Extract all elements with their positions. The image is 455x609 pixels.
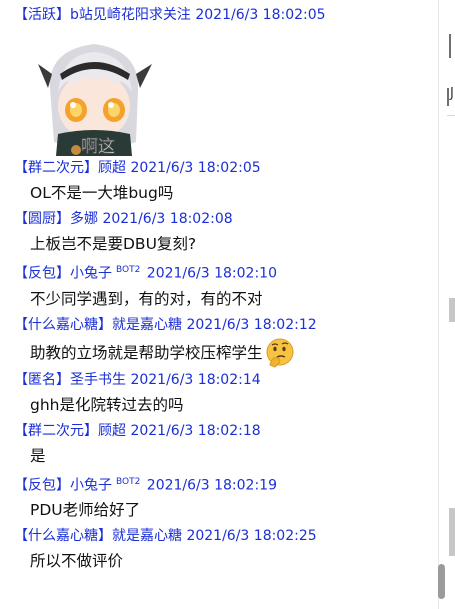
sender-tag: 【群二次元】 — [14, 422, 98, 439]
message-text: 助教的立场就是帮助学校压榨学生 — [30, 343, 263, 362]
sender-tag: 【群二次元】 — [14, 160, 98, 176]
sender-tag: 【活跃】 — [14, 7, 70, 23]
svg-text:啊这: 啊这 — [81, 137, 115, 156]
anime-girl-sticker-icon: 啊这 — [32, 30, 158, 157]
side-rule — [447, 115, 455, 116]
message-header: 【群二次元】顾超 2021/6/3 18:02:05 — [0, 159, 438, 177]
chat-message: 【圆厨】多娜 2021/6/3 18:02:08 上板岂不是要DBU复刻? — [0, 210, 438, 255]
message-header: 【反包】小兔子 BOT2 2021/6/3 18:02:19 — [0, 473, 438, 495]
sender-name[interactable]: 顾超 — [98, 160, 126, 176]
side-scroll-track-segment — [449, 508, 455, 556]
message-header: 【什么嘉心糖】就是嘉心糖 2021/6/3 18:02:25 — [0, 527, 438, 545]
message-time: 2021/6/3 18:02:14 — [130, 371, 261, 388]
message-time: 2021/6/3 18:02:10 — [146, 265, 277, 282]
side-scroll-track-segment — [449, 298, 455, 322]
message-text: ghh是化院转过去的吗 — [30, 395, 184, 414]
message-header: 【什么嘉心糖】就是嘉心糖 2021/6/3 18:02:12 — [0, 316, 438, 334]
sender-name[interactable]: 就是嘉心糖 — [112, 528, 182, 544]
bot-badge: BOT2 — [116, 265, 141, 275]
message-text: OL不是一大堆bug吗 — [30, 184, 174, 202]
message-text-row: 助教的立场就是帮助学校压榨学生 — [0, 336, 438, 370]
chat-message: 【反包】小兔子 BOT2 2021/6/3 18:02:10 不少同学遇到，有的对… — [0, 261, 438, 310]
chat-message: 【匿名】圣手书生 2021/6/3 18:02:14 ghh是化院转过去的吗 — [0, 371, 438, 416]
sticker-image[interactable]: 啊这 — [32, 30, 158, 157]
message-time: 2021/6/3 18:02:05 — [130, 160, 261, 176]
sender-tag: 【圆厨】 — [14, 211, 70, 227]
message-time: 2021/6/3 18:02:12 — [186, 316, 317, 333]
scrollbar-thumb[interactable] — [438, 564, 445, 599]
chat-message-list[interactable]: 【活跃】b站见崎花阳求关注 2021/6/3 18:02:05 啊这 【群二次元… — [0, 0, 438, 609]
message-header: 【群二次元】顾超 2021/6/3 18:02:18 — [0, 422, 438, 440]
side-divider — [449, 34, 451, 58]
message-time: 2021/6/3 18:02:05 — [195, 7, 326, 23]
sender-name[interactable]: 圣手书生 — [70, 372, 126, 388]
chat-message: 【活跃】b站见崎花阳求关注 2021/6/3 18:02:05 啊这 — [0, 0, 438, 157]
sender-tag: 【什么嘉心糖】 — [14, 316, 112, 333]
message-time: 2021/6/3 18:02:18 — [130, 422, 261, 439]
sender-name[interactable]: 顾超 — [98, 423, 126, 439]
sender-tag: 【什么嘉心糖】 — [14, 528, 112, 545]
sender-name[interactable]: 多娜 — [70, 211, 98, 227]
sender-tag: 【匿名】 — [14, 371, 70, 388]
sender-name[interactable]: 小兔子 — [70, 266, 112, 282]
side-fragment-glyph: J — [447, 86, 455, 106]
message-text: 所以不做评价 — [30, 552, 124, 571]
sender-tag: 【反包】 — [14, 265, 70, 282]
message-header: 【活跃】b站见崎花阳求关注 2021/6/3 18:02:05 — [0, 6, 438, 24]
message-time: 2021/6/3 18:02:19 — [146, 477, 277, 494]
bot-badge: BOT2 — [116, 476, 141, 487]
sender-tag: 【反包】 — [14, 477, 70, 494]
message-text: 不少同学遇到，有的对，有的不对 — [30, 289, 263, 308]
chat-message: 【什么嘉心糖】就是嘉心糖 2021/6/3 18:02:12 助教的立场就是帮助… — [0, 316, 438, 370]
message-text: 是 — [30, 446, 46, 465]
message-header: 【匿名】圣手书生 2021/6/3 18:02:14 — [0, 371, 438, 389]
message-time: 2021/6/3 18:02:08 — [102, 211, 233, 227]
message-header: 【反包】小兔子 BOT2 2021/6/3 18:02:10 — [0, 261, 438, 283]
sender-name[interactable]: 就是嘉心糖 — [112, 317, 182, 333]
sender-name[interactable]: b站见崎花阳求关注 — [70, 7, 191, 23]
sender-name[interactable]: 小兔子 — [70, 477, 112, 493]
chat-message: 【什么嘉心糖】就是嘉心糖 2021/6/3 18:02:25 所以不做评价 — [0, 527, 438, 572]
message-header: 【圆厨】多娜 2021/6/3 18:02:08 — [0, 210, 438, 228]
chat-message: 【反包】小兔子 BOT2 2021/6/3 18:02:19 PDU老师给好了 — [0, 473, 438, 522]
thinking-face-icon — [266, 338, 294, 368]
message-text: PDU老师给好了 — [30, 501, 141, 520]
chat-message: 【群二次元】顾超 2021/6/3 18:02:05 OL不是一大堆bug吗 — [0, 159, 438, 204]
message-text: 上板岂不是要DBU复刻? — [30, 235, 197, 253]
message-time: 2021/6/3 18:02:25 — [186, 528, 317, 545]
chat-message: 【群二次元】顾超 2021/6/3 18:02:18 是 — [0, 422, 438, 467]
